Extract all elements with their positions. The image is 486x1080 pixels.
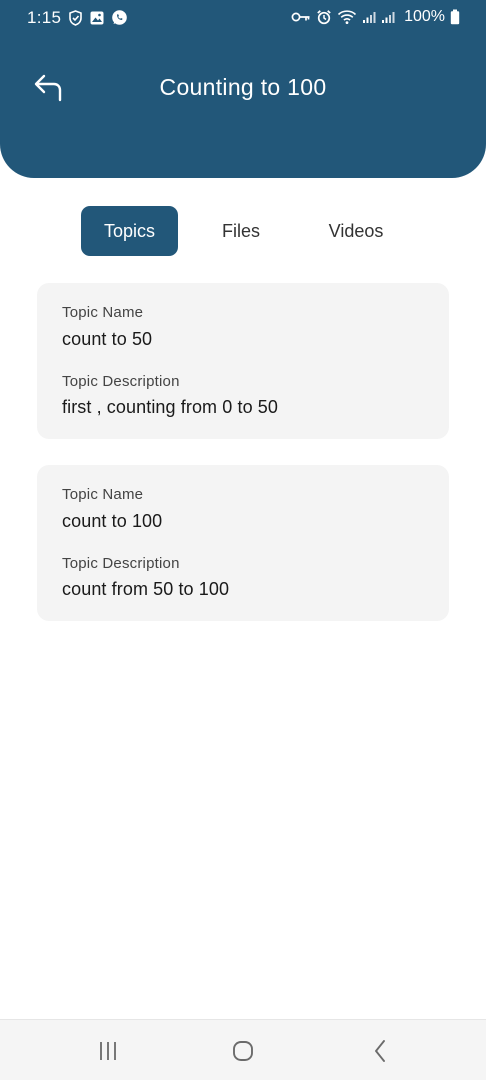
tab-topics[interactable]: Topics xyxy=(81,206,178,256)
tab-bar: Topics Files Videos xyxy=(0,206,486,258)
system-nav-bar xyxy=(0,1019,486,1080)
wifi-icon xyxy=(338,10,357,24)
status-left-icons xyxy=(68,9,128,26)
alarm-icon xyxy=(317,10,331,25)
signal-icon xyxy=(382,12,395,23)
home-icon xyxy=(233,1041,253,1061)
tab-files[interactable]: Files xyxy=(198,206,284,256)
back-button[interactable] xyxy=(28,68,72,108)
whatsapp-icon xyxy=(112,10,127,25)
topic-description: count from 50 to 100 xyxy=(62,579,230,599)
topic-card[interactable]: Topic Name count to 100 Topic Descriptio… xyxy=(37,465,449,621)
back-arrow-icon xyxy=(34,74,62,102)
topic-name-label: Topic Name xyxy=(62,486,144,503)
topic-card[interactable]: Topic Name count to 50 Topic Description… xyxy=(37,283,449,439)
topic-description-label: Topic Description xyxy=(62,555,180,572)
shield-icon xyxy=(69,9,82,26)
page-title-wrap: Counting to 100 xyxy=(0,74,486,101)
gallery-icon xyxy=(90,11,104,24)
battery-icon xyxy=(450,9,460,25)
page-title: Counting to 100 xyxy=(159,74,327,100)
system-back-button[interactable] xyxy=(362,1034,398,1068)
back-icon xyxy=(375,1040,385,1062)
signal-icon xyxy=(363,12,376,23)
topic-name-label: Topic Name xyxy=(62,304,144,321)
tab-videos[interactable]: Videos xyxy=(310,206,402,256)
topic-name: count to 50 xyxy=(62,329,153,349)
topic-name: count to 100 xyxy=(62,511,163,531)
home-button[interactable] xyxy=(225,1034,261,1068)
recent-apps-button[interactable] xyxy=(90,1034,126,1068)
status-right-icons: 100% xyxy=(291,8,460,26)
status-time: 1:15 xyxy=(27,8,62,27)
battery-percent: 100% xyxy=(404,8,445,25)
recent-apps-icon xyxy=(100,1042,116,1060)
header-bar: 1:15 100% Counting to 100 xyxy=(0,0,486,178)
key-icon xyxy=(291,12,310,22)
status-bar: 1:15 100% xyxy=(0,0,486,36)
topic-description: first , counting from 0 to 50 xyxy=(62,397,278,417)
app-screen: 1:15 100% Counting to 100 Topics Files V… xyxy=(0,0,486,1080)
topic-description-label: Topic Description xyxy=(62,373,180,390)
